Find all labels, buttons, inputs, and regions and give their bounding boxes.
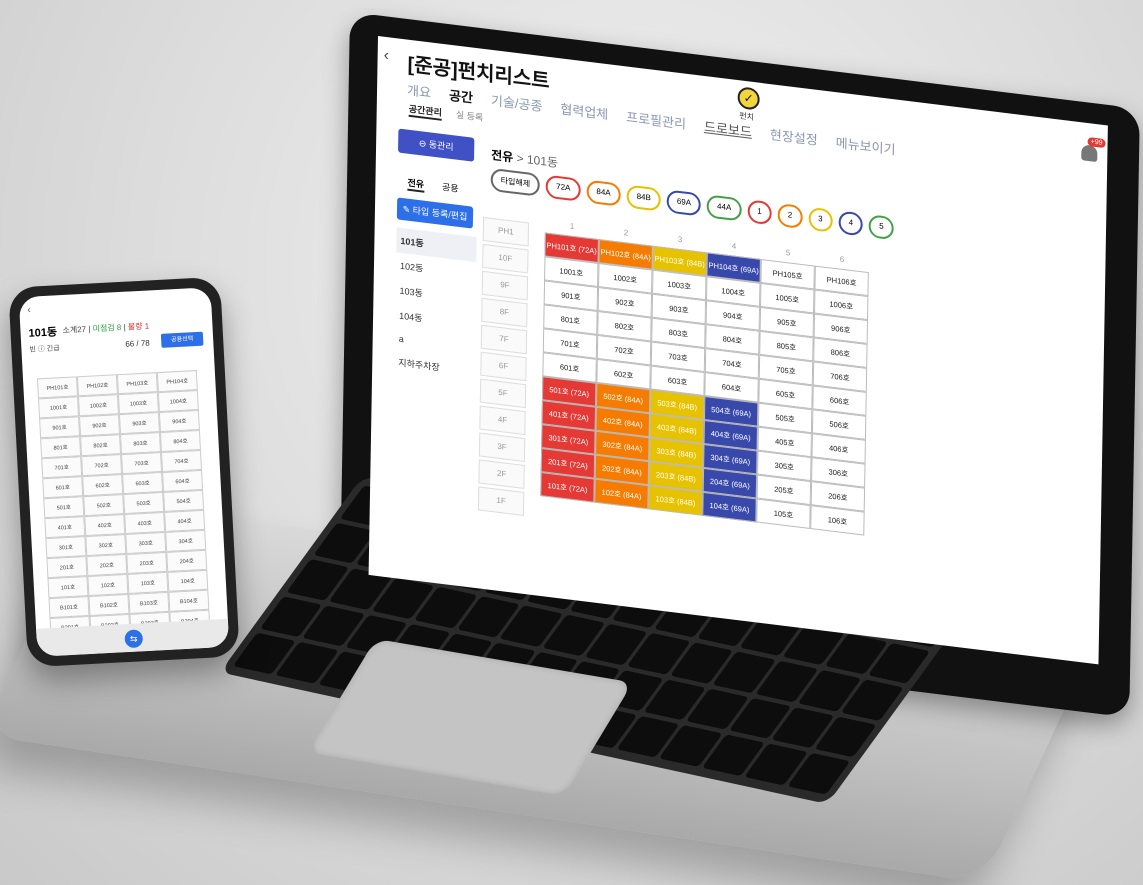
laptop-screen: ‹ [준공]펀치리스트 ✓ 펀치 +99 개요 공간 기술/공종 협력업체 프로필관리 드… bbox=[368, 36, 1108, 665]
phone-unit-cell[interactable]: 202호 bbox=[86, 553, 128, 577]
type-chip[interactable]: 3 bbox=[808, 206, 833, 233]
phone-unit-cell[interactable]: 104호 bbox=[167, 569, 209, 592]
phone-unit-cell[interactable]: 601호 bbox=[42, 476, 84, 499]
type-chip[interactable]: 2 bbox=[777, 203, 803, 229]
subnav-tab[interactable]: 실 등록 bbox=[456, 108, 484, 126]
type-chip[interactable]: 1 bbox=[747, 199, 772, 226]
phone-unit-cell[interactable]: 303호 bbox=[125, 531, 167, 554]
phone-unit-cell[interactable]: PH104호 bbox=[156, 370, 198, 393]
floor-label[interactable]: 4F bbox=[479, 405, 526, 436]
breadcrumb: 전유 > 101동 bbox=[491, 147, 559, 171]
phone-unit-cell[interactable]: B104호 bbox=[168, 589, 210, 612]
phone-unit-cell[interactable]: 501호 bbox=[43, 496, 85, 519]
phone-unit-cell[interactable]: 1003호 bbox=[117, 392, 159, 415]
subnav-tab[interactable]: 공간관리 bbox=[408, 101, 443, 121]
floor-label[interactable]: PH1 bbox=[482, 216, 530, 247]
phone-device: ‹ 101동 소계27 | 미점검 8 | 불량 1 빈 ⓘ 긴급 66 / 7… bbox=[8, 276, 240, 668]
type-chip[interactable]: 84A bbox=[586, 179, 621, 207]
floor-label[interactable]: 1F bbox=[477, 486, 525, 516]
phone-unit-cell[interactable]: 701호 bbox=[41, 456, 83, 479]
phone-unit-cell[interactable]: 401호 bbox=[44, 516, 86, 539]
phone-unit-cell[interactable]: 101호 bbox=[47, 576, 89, 599]
phone-unit-cell[interactable]: 201호 bbox=[46, 556, 88, 579]
phone-select-button[interactable]: 공용선택 bbox=[160, 331, 204, 348]
floor-list: PH1 10F 9F 8F 7F 6F 5F 4F 3F 2F 1F bbox=[477, 216, 530, 519]
punch-logo-icon: ✓ bbox=[737, 86, 760, 111]
phone-screen: ‹ 101동 소계27 | 미점검 8 | 불량 1 빈 ⓘ 긴급 66 / 7… bbox=[18, 287, 230, 657]
dong-manage-button[interactable]: ⊖ 동관리 bbox=[398, 128, 475, 162]
phone-unit-cell[interactable]: 904호 bbox=[158, 409, 200, 433]
phone-unit-cell[interactable]: 402호 bbox=[84, 514, 126, 537]
phone-unit-cell[interactable]: 1002호 bbox=[77, 394, 119, 417]
phone-unit-cell[interactable]: 301호 bbox=[45, 536, 87, 559]
floor-label[interactable]: 6F bbox=[480, 351, 527, 382]
nav-tab[interactable]: 개요 bbox=[407, 80, 431, 102]
phone-summary: 소계27 | 미점검 8 | 불량 1 bbox=[62, 321, 150, 336]
floor-label[interactable]: 5F bbox=[479, 378, 527, 409]
phone-unit-cell[interactable]: 801호 bbox=[40, 436, 82, 459]
floor-label[interactable]: 9F bbox=[481, 270, 529, 301]
phone-unit-cell[interactable]: B103호 bbox=[128, 591, 170, 614]
phone-back-icon[interactable]: ‹ bbox=[27, 305, 31, 316]
phone-legend: 빈 ⓘ 긴급 bbox=[29, 345, 60, 354]
phone-unit-cell[interactable]: 403호 bbox=[124, 511, 166, 535]
phone-unit-cell[interactable]: PH103호 bbox=[116, 372, 158, 395]
sidebar: ⊖ 동관리 전유 공용 ✎ 타입 등록/편집 101동 102동 103동 104동 a 지… bbox=[394, 128, 478, 384]
type-chip[interactable]: 타입해제 bbox=[490, 167, 541, 197]
type-chip[interactable]: 72A bbox=[545, 174, 581, 202]
phone-unit-cell[interactable]: PH101호 bbox=[36, 376, 78, 399]
floor-label[interactable]: 3F bbox=[478, 432, 526, 463]
phone-unit-cell[interactable]: 902호 bbox=[79, 414, 121, 437]
phone-unit-cell[interactable]: 1004호 bbox=[157, 390, 199, 413]
type-edit-button[interactable]: ✎ 타입 등록/편집 bbox=[396, 197, 474, 229]
unit-grid: 123456 PH101호 (72A) PH102호 (84A) PH103호 (8… bbox=[540, 219, 869, 536]
phone-unit-cell[interactable]: 603호 bbox=[122, 472, 164, 495]
phone-unit-cell[interactable]: 903호 bbox=[118, 412, 160, 435]
phone-unit-cell[interactable]: 302호 bbox=[85, 534, 127, 557]
phone-unit-cell[interactable]: 404호 bbox=[164, 509, 206, 532]
phone-unit-cell[interactable]: 1001호 bbox=[38, 396, 80, 419]
type-chip[interactable]: 4 bbox=[838, 210, 864, 237]
phone-unit-cell[interactable]: 203호 bbox=[126, 551, 168, 574]
dong-list: 101동 102동 103동 104동 a 지하주차장 bbox=[394, 227, 477, 384]
phone-unit-cell[interactable]: 102호 bbox=[87, 573, 129, 597]
phone-unit-cell[interactable]: 804호 bbox=[159, 429, 201, 453]
phone-unit-cell[interactable]: PH102호 bbox=[76, 374, 118, 397]
phone-unit-cell[interactable]: 204호 bbox=[166, 549, 208, 572]
floor-label[interactable]: 7F bbox=[480, 324, 528, 355]
phone-unit-cell[interactable]: 103호 bbox=[127, 571, 169, 594]
phone-unit-cell[interactable]: 803호 bbox=[120, 432, 162, 455]
phone-unit-cell[interactable]: 503호 bbox=[123, 491, 165, 515]
phone-unit-cell[interactable]: B101호 bbox=[48, 596, 90, 619]
floor-label[interactable]: 2F bbox=[478, 459, 525, 490]
type-chip[interactable]: 69A bbox=[666, 189, 702, 217]
phone-unit-cell[interactable]: 702호 bbox=[81, 454, 123, 477]
phone-unit-cell[interactable]: B102호 bbox=[88, 593, 130, 617]
phone-count: 66 / 78 bbox=[125, 338, 150, 349]
phone-unit-cell[interactable]: 802호 bbox=[80, 434, 122, 457]
floor-label[interactable]: 8F bbox=[481, 297, 528, 328]
phone-unit-cell[interactable]: 704호 bbox=[161, 449, 202, 473]
phone-unit-cell[interactable]: 901호 bbox=[39, 416, 81, 439]
sidebar-tab[interactable]: 공용 bbox=[442, 180, 459, 197]
phone-unit-cell[interactable]: 504호 bbox=[163, 489, 205, 512]
type-chip[interactable]: 5 bbox=[868, 214, 894, 241]
floor-label[interactable]: 10F bbox=[482, 243, 529, 274]
phone-unit-cell[interactable]: 304호 bbox=[165, 529, 207, 552]
sidebar-tab[interactable]: 전유 bbox=[407, 175, 425, 193]
phone-title: 101동 bbox=[28, 326, 58, 340]
sidebar-tabs: 전유 공용 bbox=[397, 174, 477, 199]
phone-unit-cell[interactable]: 703호 bbox=[121, 452, 163, 475]
nav-tab[interactable]: 공간 bbox=[449, 85, 473, 107]
back-arrow-icon[interactable]: ‹ bbox=[384, 47, 390, 66]
phone-unit-cell[interactable]: 604호 bbox=[162, 469, 204, 492]
type-chip[interactable]: 44A bbox=[706, 194, 742, 222]
phone-unit-cell[interactable]: 602호 bbox=[82, 474, 124, 497]
type-chip[interactable]: 84B bbox=[626, 184, 662, 212]
phone-unit-cell[interactable]: 502호 bbox=[83, 494, 125, 517]
phone-unit-grid: PH101호 PH102호 PH103호 PH104호 1001호 1002호 1003호 1… bbox=[36, 370, 211, 639]
